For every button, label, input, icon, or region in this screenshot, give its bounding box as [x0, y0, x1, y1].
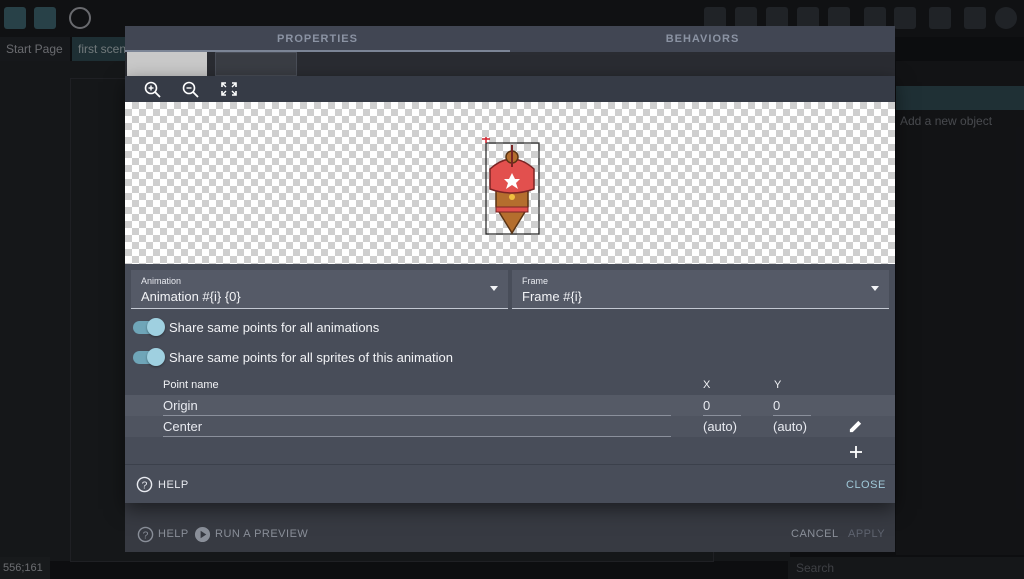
svg-text:?: ? [143, 530, 149, 541]
toggle-label: Share same points for all animations [169, 320, 380, 335]
outer-help-button[interactable]: HELP [158, 528, 189, 540]
object-editor-footer: ? HELP RUN A PREVIEW CANCEL APPLY [125, 517, 895, 552]
tab-properties[interactable]: PROPERTIES [125, 26, 510, 52]
apply-button[interactable]: APPLY [848, 528, 885, 540]
sprite-preview-canvas[interactable] [125, 102, 895, 264]
run-preview-button[interactable]: RUN A PREVIEW [215, 528, 308, 540]
point-x-field[interactable]: 0 [703, 398, 710, 413]
sprite-thumbnail[interactable] [127, 52, 207, 76]
column-header-point-name: Point name [163, 379, 219, 391]
zoom-out-icon[interactable] [181, 80, 201, 98]
close-button[interactable]: CLOSE [846, 479, 886, 491]
points-editor-toolbar [125, 76, 895, 102]
cancel-button[interactable]: CANCEL [791, 528, 839, 540]
help-icon[interactable]: ? [137, 526, 154, 543]
play-icon[interactable] [194, 526, 211, 543]
point-x-value: (auto) [703, 419, 737, 434]
fit-screen-icon[interactable] [219, 80, 239, 98]
points-editor-dialog: Animation Animation #{i} {0} Frame Frame… [125, 76, 895, 503]
point-y-field[interactable]: 0 [773, 398, 780, 413]
help-icon[interactable]: ? [136, 476, 153, 493]
points-editor-footer: ? HELP CLOSE [125, 464, 895, 503]
animation-select[interactable]: Animation Animation #{i} {0} [131, 270, 508, 309]
help-button[interactable]: HELP [158, 479, 189, 491]
chevron-down-icon [490, 286, 498, 291]
table-row[interactable]: Center (auto) (auto) [125, 416, 895, 437]
animation-select-value: Animation #{i} {0} [141, 289, 241, 304]
frame-select-value: Frame #{i} [522, 289, 582, 304]
sprite-image [482, 137, 540, 235]
sprite-thumbnail-slot[interactable] [215, 52, 297, 76]
share-points-animations-toggle[interactable]: Share same points for all animations [133, 317, 533, 339]
svg-text:?: ? [142, 480, 148, 491]
frame-select-label: Frame [522, 276, 549, 286]
animations-strip [125, 52, 895, 76]
table-row[interactable]: Origin 0 0 [125, 395, 895, 416]
share-points-sprites-toggle[interactable]: Share same points for all sprites of thi… [133, 347, 533, 369]
point-y-value: (auto) [773, 419, 807, 434]
point-name-field[interactable]: Origin [163, 398, 198, 413]
frame-select[interactable]: Frame Frame #{i} [512, 270, 889, 309]
toggle-label: Share same points for all sprites of thi… [169, 350, 453, 365]
toggle-knob[interactable] [147, 318, 165, 336]
chevron-down-icon [871, 286, 879, 291]
point-name-underline [163, 436, 671, 437]
column-header-x: X [703, 379, 711, 391]
add-point-icon[interactable] [849, 445, 863, 459]
toggle-knob[interactable] [147, 348, 165, 366]
animation-select-label: Animation [141, 276, 182, 286]
tab-behaviors[interactable]: BEHAVIORS [510, 26, 895, 52]
column-header-y: Y [774, 379, 782, 391]
object-editor-tabs: PROPERTIES BEHAVIORS [125, 26, 895, 52]
point-name-field[interactable]: Center [163, 419, 202, 434]
zoom-in-icon[interactable] [143, 80, 163, 98]
edit-pencil-icon[interactable] [848, 419, 863, 434]
